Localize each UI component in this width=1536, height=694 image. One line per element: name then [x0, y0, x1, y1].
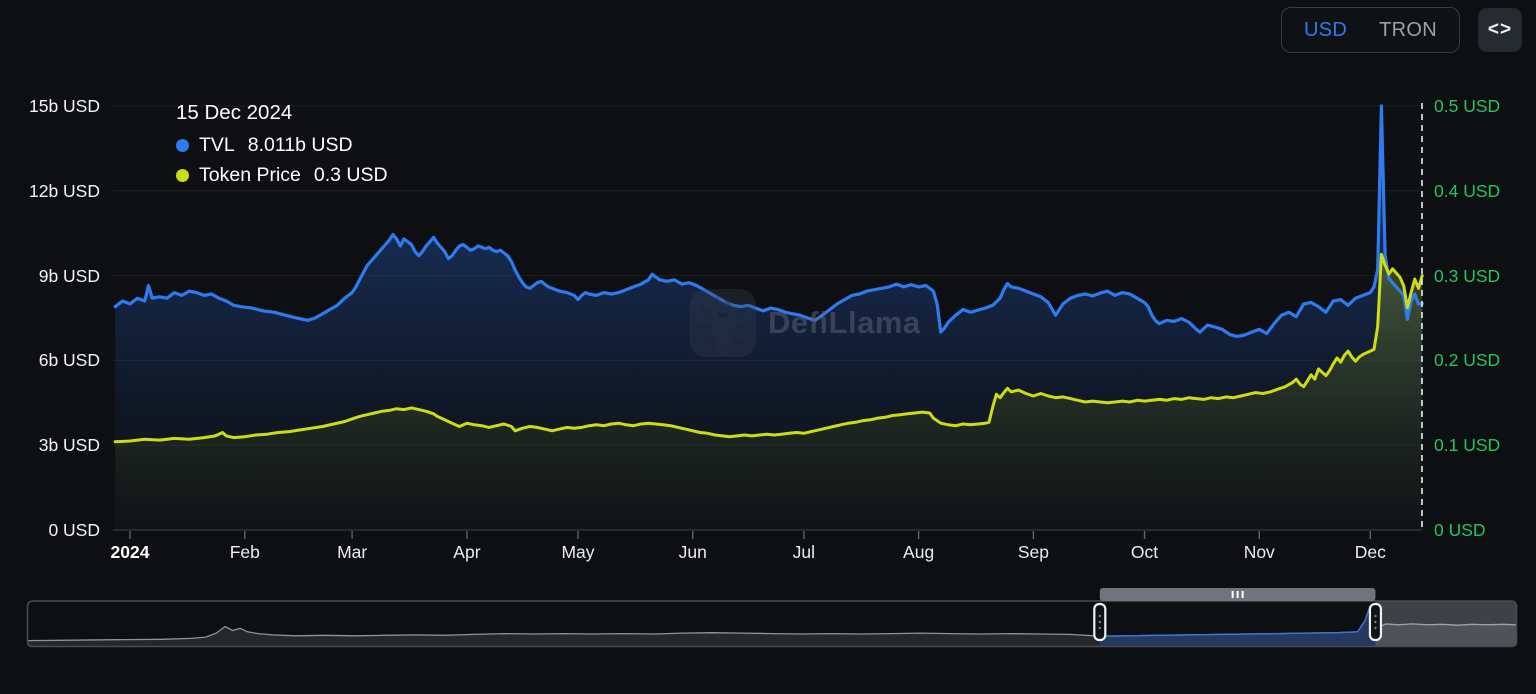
defillama-chart-page: { "header": { "currency_toggle": { "opti…: [0, 0, 1536, 694]
code-icon: <>: [1487, 19, 1513, 40]
right-axis-tick: 0.2 USD: [1434, 350, 1501, 371]
brush-right-handle[interactable]: [1368, 602, 1383, 642]
token-price-series-label: Token Price: [199, 164, 301, 186]
x-axis-month-label: Jul: [792, 542, 816, 562]
right-axis-tick: 0.4 USD: [1434, 180, 1501, 201]
tooltip-date: 15 Dec 2024: [176, 101, 293, 124]
tooltip-row-token-price: Token Price 0.3 USD: [176, 164, 388, 187]
x-axis-month-label: Mar: [337, 542, 368, 562]
navigator-unselected-mask: [1375, 601, 1516, 646]
x-axis-month-label: Apr: [453, 542, 481, 562]
currency-option-tron[interactable]: TRON: [1363, 11, 1453, 50]
x-axis-month-label: Feb: [229, 542, 260, 562]
left-axis-tick: 12b USD: [28, 180, 100, 201]
currency-option-usd[interactable]: USD: [1288, 11, 1363, 50]
tvl-series-dot: [176, 139, 189, 152]
token-price-series-dot: [176, 169, 189, 182]
right-axis-tick: 0.5 USD: [1434, 96, 1501, 116]
tooltip: 15 Dec 2024 TVL 8.011b USD Token Price 0…: [176, 101, 388, 187]
brush-navigator[interactable]: [26, 588, 1518, 648]
x-axis-ticks: [129, 531, 1372, 539]
x-axis-month-label: 2024: [110, 542, 150, 562]
tooltip-row-tvl: TVL 8.011b USD: [176, 134, 388, 157]
tvl-series-label: TVL: [199, 134, 235, 156]
brush-grip-icon: [1231, 591, 1244, 598]
brush-left-handle[interactable]: [1093, 602, 1107, 642]
left-axis-tick: 6b USD: [38, 350, 100, 371]
x-axis-month-label: Aug: [903, 542, 935, 562]
currency-toggle[interactable]: USD TRON: [1280, 7, 1460, 53]
x-axis-month-label: Oct: [1130, 542, 1159, 562]
x-axis-month-label: Sep: [1017, 542, 1049, 562]
x-axis-month-label: Jun: [678, 542, 707, 562]
left-axis-tick: 0 USD: [48, 520, 100, 540]
embed-code-button[interactable]: <>: [1478, 8, 1522, 52]
left-axis-tick: 9b USD: [38, 265, 100, 286]
tvl-series-value: 8.011b USD: [247, 134, 353, 156]
token-price-series-value: 0.3 USD: [313, 164, 388, 186]
x-axis-month-label: May: [561, 542, 595, 562]
right-axis-tick: 0.1 USD: [1434, 435, 1501, 456]
header-controls: USD TRON <>: [1280, 7, 1522, 53]
left-axis-tick: 15b USD: [28, 96, 100, 116]
x-axis-month-label: Dec: [1354, 542, 1386, 562]
x-axis-month-label: Nov: [1243, 542, 1275, 562]
left-axis-tick: 3b USD: [38, 435, 100, 456]
right-axis-tick: 0.3 USD: [1434, 265, 1501, 286]
right-axis-tick: 0 USD: [1434, 520, 1486, 540]
